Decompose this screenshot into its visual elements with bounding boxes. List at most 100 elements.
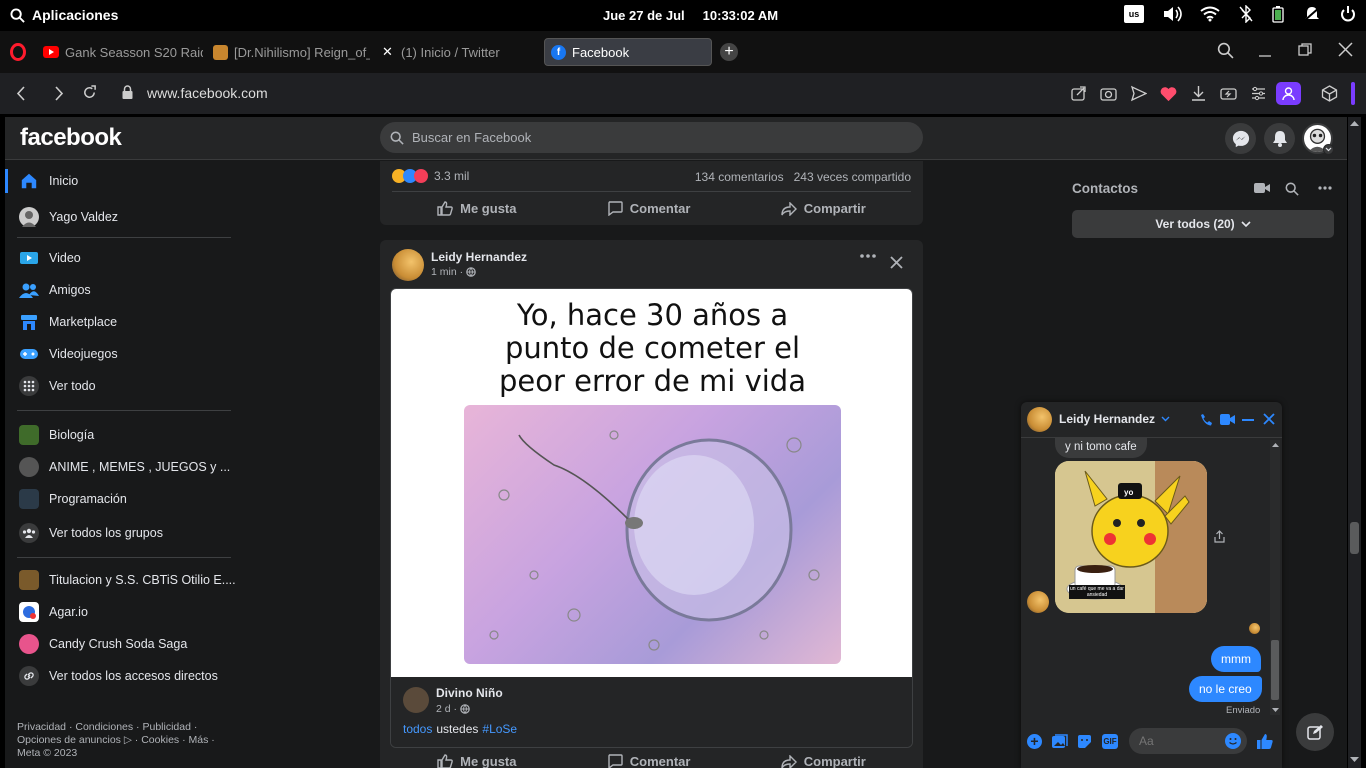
page-scrollbar[interactable]: [1348, 117, 1361, 768]
chat-avatar[interactable]: [1027, 407, 1052, 432]
volume-icon[interactable]: [1162, 5, 1182, 23]
sidebar-item-ver-todo[interactable]: Ver todo: [5, 370, 245, 402]
tab-youtube[interactable]: Gank Seasson S20 Raide: [43, 38, 203, 66]
post-time[interactable]: 1 min ·: [431, 266, 463, 278]
bluetooth-off-icon[interactable]: [1238, 5, 1254, 23]
incoming-message[interactable]: y ni tomo cafe: [1055, 438, 1147, 458]
meme-image[interactable]: Yo, hace 30 años a punto de cometer el p…: [391, 289, 912, 677]
sidebar-item-agario[interactable]: Agar.io: [5, 596, 245, 628]
sidebar-item-inicio[interactable]: Inicio: [5, 165, 245, 197]
shared-author-avatar[interactable]: [403, 687, 429, 713]
chevron-down-icon[interactable]: [1323, 144, 1334, 155]
battery-saver-icon[interactable]: [1220, 85, 1237, 102]
outgoing-message[interactable]: mmm: [1211, 646, 1261, 672]
chat-scrollbar[interactable]: [1270, 440, 1280, 715]
scroll-thumb[interactable]: [1350, 522, 1359, 554]
sidebar-item-programacion[interactable]: Programación: [5, 483, 245, 515]
more-options-icon[interactable]: [860, 253, 876, 259]
chat-header-name[interactable]: Leidy Hernandez: [1059, 412, 1170, 426]
shared-time[interactable]: 2 d ·: [436, 703, 457, 715]
messenger-button[interactable]: [1225, 123, 1256, 154]
new-message-button[interactable]: [1296, 713, 1334, 751]
sidebar-item-candy-crush[interactable]: Candy Crush Soda Saga: [5, 628, 245, 660]
forward-icon[interactable]: [54, 86, 64, 101]
gif-icon[interactable]: GIF: [1102, 734, 1118, 749]
tab-facebook[interactable]: f Facebook: [544, 38, 712, 66]
mention-link[interactable]: todos: [403, 722, 432, 736]
share-icon[interactable]: [1070, 85, 1087, 102]
shared-author[interactable]: Divino Niño: [436, 686, 503, 700]
share-count[interactable]: 243 veces compartido: [794, 170, 911, 184]
extensions-icon[interactable]: [1321, 85, 1338, 102]
tab-dr-nihilismo[interactable]: [Dr.Nihilismo] Reign_of_f: [213, 38, 370, 66]
post-author[interactable]: Leidy Hernandez: [431, 250, 527, 264]
message-input[interactable]: [1139, 734, 1219, 748]
gallery-icon[interactable]: [1052, 734, 1068, 749]
send-icon[interactable]: [1130, 85, 1147, 102]
new-room-icon[interactable]: [1254, 182, 1270, 194]
scroll-thumb[interactable]: [1271, 640, 1279, 700]
sidebar-item-anime-memes[interactable]: ANIME , MEMES , JUEGOS y ...: [5, 451, 245, 483]
minimize-icon[interactable]: [1258, 41, 1272, 59]
sidebar-item-video[interactable]: Video: [5, 242, 245, 274]
see-all-contacts-button[interactable]: Ver todos (20): [1072, 210, 1334, 238]
message-list[interactable]: y ni tomo cafe yo un café que me va a da…: [1021, 438, 1282, 713]
heart-icon[interactable]: [1160, 86, 1177, 102]
shared-post[interactable]: Yo, hace 30 años a punto de cometer el p…: [390, 288, 913, 748]
sidebar-item-ver-grupos[interactable]: Ver todos los grupos: [5, 517, 245, 549]
applications-menu[interactable]: Aplicaciones: [10, 7, 118, 23]
facebook-logo[interactable]: facebook: [20, 124, 122, 152]
power-icon[interactable]: [1340, 5, 1356, 23]
camera-icon[interactable]: [1100, 85, 1117, 102]
clock[interactable]: Jue 27 de Jul 10:33:02 AM: [603, 8, 778, 23]
notifications-button[interactable]: [1264, 123, 1295, 154]
forward-icon[interactable]: [1214, 530, 1225, 543]
phone-icon[interactable]: [1200, 413, 1213, 426]
emoji-icon[interactable]: [1225, 733, 1241, 749]
share-button[interactable]: Compartir: [781, 201, 866, 216]
new-tab-button[interactable]: +: [720, 43, 738, 61]
hashtag-link[interactable]: #LoSe: [482, 722, 517, 736]
settings-sliders-icon[interactable]: [1250, 85, 1267, 102]
comment-button[interactable]: Comentar: [607, 754, 690, 768]
contacts-options-icon[interactable]: [1318, 186, 1332, 190]
back-icon[interactable]: [16, 86, 26, 101]
search-tabs-icon[interactable]: [1217, 42, 1234, 59]
thumbs-up-send-icon[interactable]: [1256, 733, 1273, 750]
sidebar-item-marketplace[interactable]: Marketplace: [5, 306, 245, 338]
like-button[interactable]: Me gusta: [437, 754, 516, 768]
close-chat-icon[interactable]: [1263, 413, 1275, 425]
video-call-icon[interactable]: [1220, 414, 1235, 425]
tab-twitter[interactable]: ✕ (1) Inicio / Twitter: [380, 38, 530, 66]
plus-icon[interactable]: +: [1027, 734, 1042, 749]
message-input-wrap[interactable]: [1129, 728, 1247, 754]
restore-icon[interactable]: [1298, 43, 1312, 57]
footer-line[interactable]: Privacidad · Condiciones · Publicidad ·: [17, 721, 232, 734]
sidebar-handle[interactable]: [1351, 82, 1355, 105]
sticker-image[interactable]: yo un café que me va a dar ansiedad: [1055, 461, 1207, 613]
comment-button[interactable]: Comentar: [607, 201, 690, 216]
share-button[interactable]: Compartir: [781, 754, 866, 768]
minimize-chat-icon[interactable]: [1242, 414, 1254, 424]
sidebar-item-videojuegos[interactable]: Videojuegos: [5, 338, 245, 370]
footer-line[interactable]: Opciones de anuncios ▷ · Cookies · Más ·: [17, 734, 232, 747]
lock-icon[interactable]: [122, 85, 133, 100]
search-bar[interactable]: [380, 122, 923, 153]
battery-icon[interactable]: [1272, 5, 1284, 23]
keyboard-layout-indicator[interactable]: us: [1124, 5, 1144, 23]
close-icon[interactable]: [890, 256, 903, 269]
sidebar-item-ver-accesos[interactable]: Ver todos los accesos directos: [5, 660, 245, 692]
reaction-summary[interactable]: 3.3 mil: [392, 169, 469, 183]
like-button[interactable]: Me gusta: [437, 201, 516, 216]
profile-icon[interactable]: [1276, 82, 1301, 105]
search-input[interactable]: [412, 130, 892, 145]
sidebar-item-titulacion[interactable]: Titulacion y S.S. CBTiS Otilio E....: [5, 564, 245, 596]
outgoing-message[interactable]: no le creo: [1189, 676, 1262, 702]
close-window-icon[interactable]: [1338, 42, 1353, 57]
wifi-icon[interactable]: [1200, 6, 1220, 22]
sidebar-item-biologia[interactable]: Biología: [5, 419, 245, 451]
sidebar-item-amigos[interactable]: Amigos: [5, 274, 245, 306]
url-field[interactable]: www.facebook.com: [147, 85, 268, 101]
author-avatar[interactable]: [392, 249, 424, 281]
sticker-icon[interactable]: [1077, 734, 1092, 749]
